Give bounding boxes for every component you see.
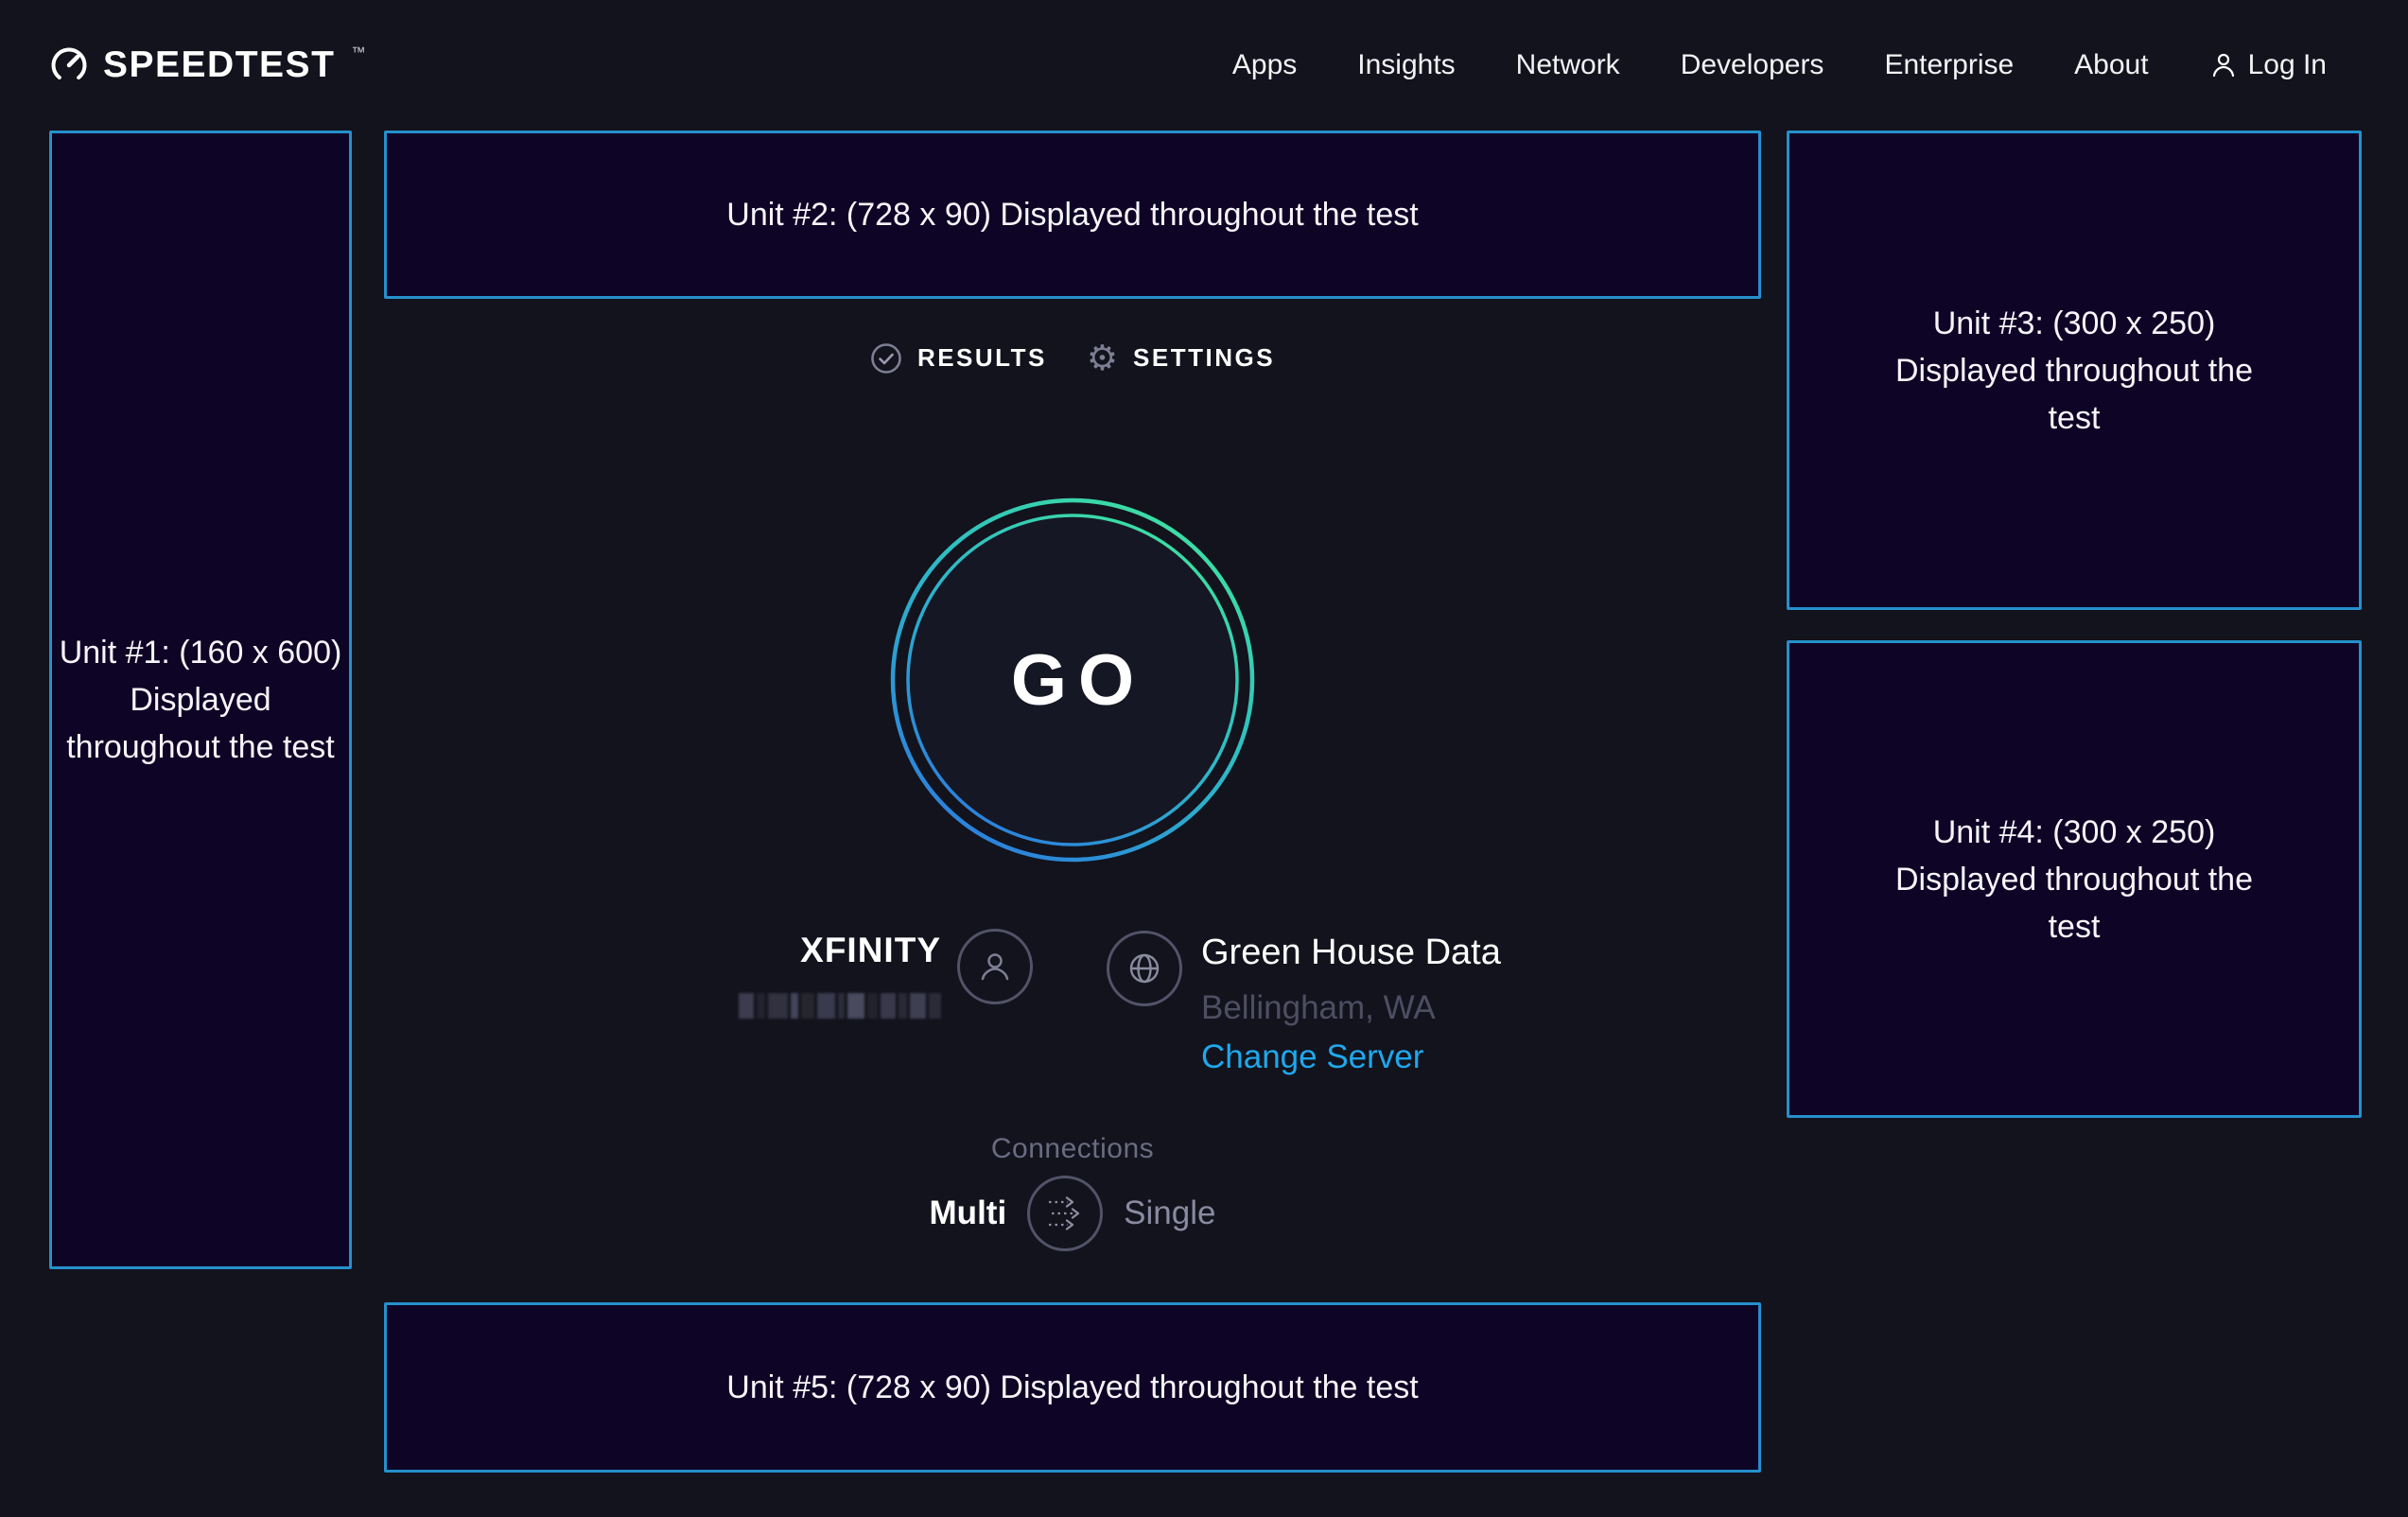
login-label: Log In [2248,49,2327,81]
connections-toggle-row: Multi Single [384,1176,1761,1251]
go-button-area: GO [384,495,1761,865]
ad-unit-1-text: Unit #1: (160 x 600) Displayed throughou… [59,629,342,771]
logo-text: SPEEDTEST [103,44,335,86]
ad-unit-4[interactable]: Unit #4: (300 x 250) Displayed throughou… [1787,640,2362,1118]
go-button[interactable]: GO [887,495,1258,865]
go-label: GO [887,495,1258,865]
trademark-mark: ™ [351,44,365,61]
check-circle-icon [870,342,902,375]
ad-unit-1[interactable]: Unit #1: (160 x 600) Displayed throughou… [49,131,352,1269]
gear-icon: ⚙ [1087,340,1118,375]
connections-label: Connections [384,1133,1761,1165]
ad-unit-5-text: Unit #5: (728 x 90) Displayed throughout… [726,1364,1418,1411]
single-connection-option[interactable]: Single [1124,1194,1215,1232]
user-avatar-icon [957,929,1033,1004]
server-globe-icon[interactable] [1107,931,1182,1006]
server-location: Bellingham, WA [1201,989,1436,1027]
multi-arrows-icon [1043,1194,1087,1233]
ad-unit-3-text: Unit #3: (300 x 250) Displayed throughou… [1871,300,2277,442]
results-settings-tabs: RESULTS ⚙ SETTINGS [384,340,1761,375]
globe-icon [1125,950,1163,987]
login-button[interactable]: Log In [2209,49,2327,81]
nav-item-network[interactable]: Network [1516,49,1620,81]
ad-unit-2-text: Unit #2: (728 x 90) Displayed throughout… [726,191,1418,238]
settings-tab-label: SETTINGS [1133,343,1275,373]
top-nav-bar: SPEEDTEST ™ Apps Insights Network Develo… [0,0,2408,131]
nav-item-developers[interactable]: Developers [1681,49,1824,81]
connections-toggle-button[interactable] [1027,1176,1103,1251]
server-name: Green House Data [1201,933,1501,973]
multi-connections-option[interactable]: Multi [930,1194,1007,1232]
user-icon [2209,50,2238,80]
nav-item-insights[interactable]: Insights [1357,49,1455,81]
change-server-link[interactable]: Change Server [1201,1038,1423,1076]
main-nav: Apps Insights Network Developers Enterpr… [1232,49,2327,81]
tab-settings[interactable]: ⚙ SETTINGS [1087,340,1275,375]
ad-unit-5[interactable]: Unit #5: (728 x 90) Displayed throughout… [384,1302,1761,1473]
results-tab-label: RESULTS [917,343,1047,373]
speedtest-logo[interactable]: SPEEDTEST ™ [49,44,365,86]
ad-unit-2[interactable]: Unit #2: (728 x 90) Displayed throughout… [384,131,1761,299]
nav-item-enterprise[interactable]: Enterprise [1884,49,2014,81]
ad-unit-3[interactable]: Unit #3: (300 x 250) Displayed throughou… [1787,131,2362,610]
nav-item-about[interactable]: About [2074,49,2148,81]
nav-item-apps[interactable]: Apps [1232,49,1297,81]
speedometer-icon [49,45,89,85]
tab-results[interactable]: RESULTS [870,340,1047,375]
person-icon [976,948,1014,985]
ad-unit-4-text: Unit #4: (300 x 250) Displayed throughou… [1871,809,2277,950]
ip-redacted [739,993,941,1019]
isp-name: XFINITY [800,931,941,970]
